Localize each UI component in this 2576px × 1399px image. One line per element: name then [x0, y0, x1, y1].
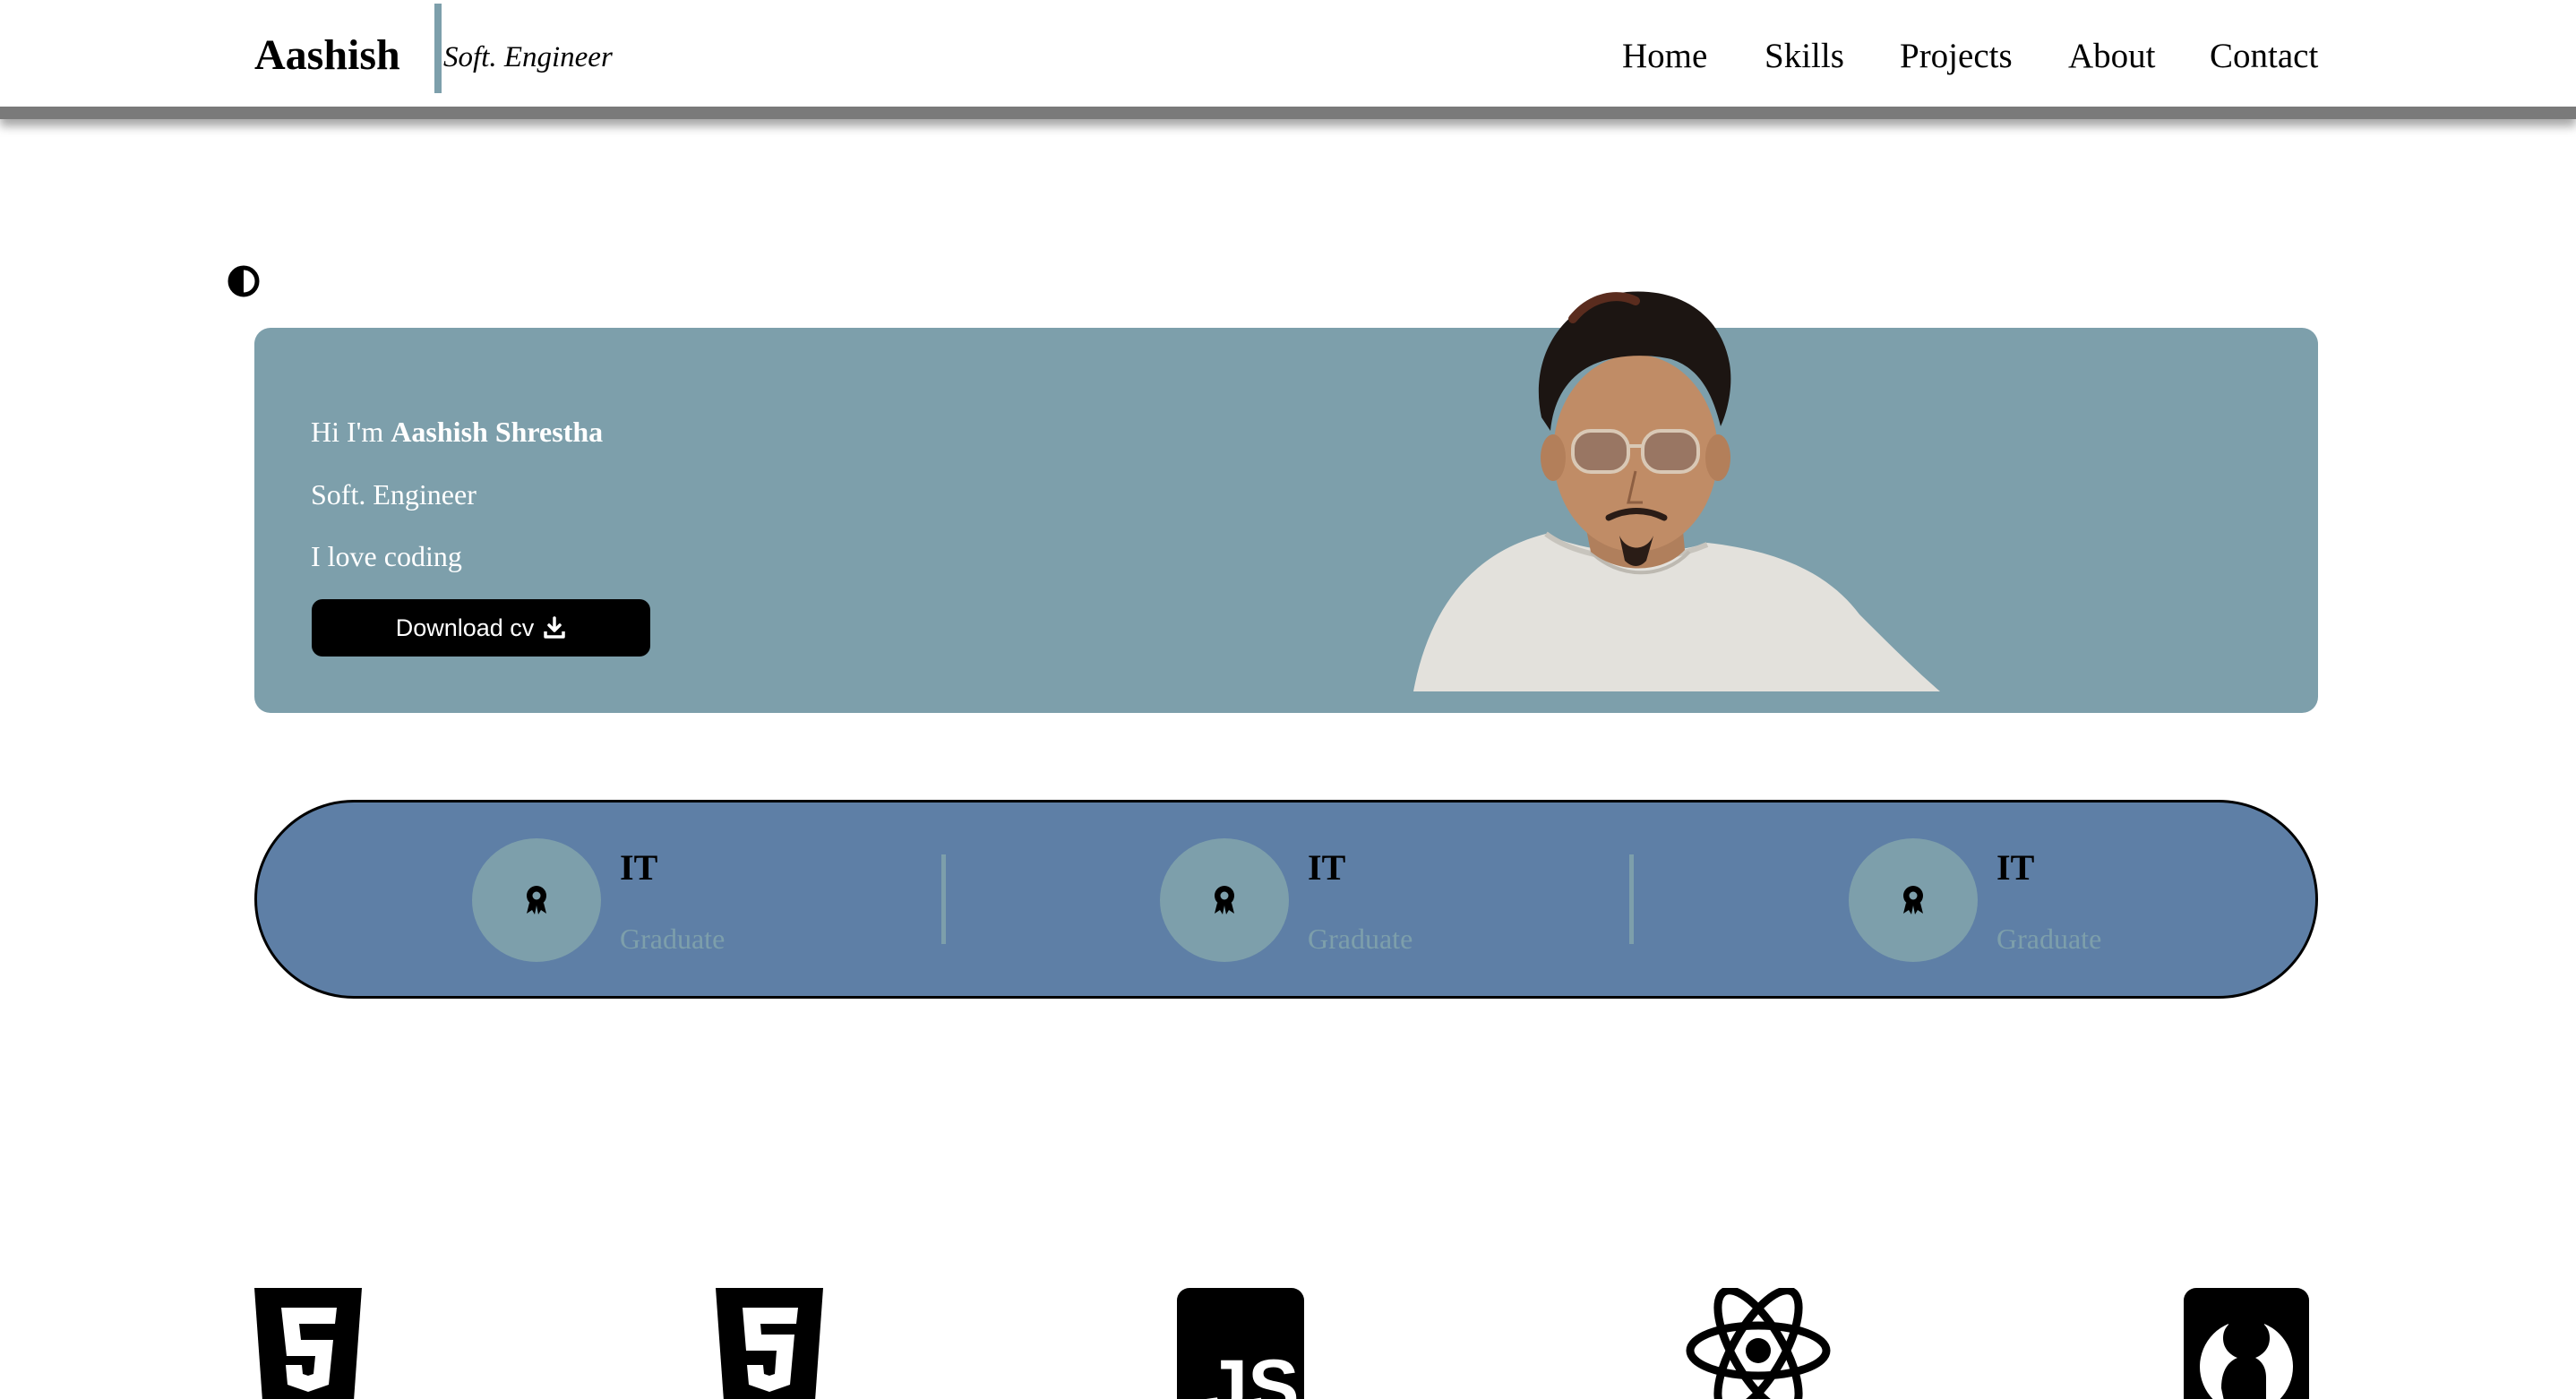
nav-skills[interactable]: Skills — [1765, 34, 1844, 79]
nav-home[interactable]: Home — [1622, 34, 1707, 79]
greeting-prefix: Hi I'm — [311, 416, 391, 448]
stat-badge — [1849, 838, 1978, 962]
hero-motto: I love coding — [311, 540, 462, 572]
js-label: JS — [1205, 1344, 1299, 1399]
javascript-icon: JS — [1177, 1288, 1304, 1399]
stat-subtitle: Graduate — [620, 923, 726, 955]
profile-photo — [1413, 291, 1940, 691]
award-icon — [1215, 886, 1234, 914]
stat-title: IT — [1996, 847, 2035, 888]
hero-name: Aashish Shrestha — [391, 416, 604, 448]
hero-card: Hi I'm Aashish Shrestha Soft. Engineer I… — [254, 328, 2318, 713]
stat-badge — [1160, 838, 1289, 962]
github-icon — [2184, 1288, 2309, 1399]
stat-title: IT — [1308, 847, 1346, 888]
stat-subtitle: Graduate — [1996, 923, 2102, 955]
download-cv-button[interactable]: Download cv — [312, 599, 650, 657]
nav-projects[interactable]: Projects — [1900, 34, 2013, 79]
theme-toggle-icon[interactable] — [228, 265, 260, 297]
hero-role: Soft. Engineer — [311, 478, 477, 511]
award-icon — [527, 886, 546, 914]
download-icon — [544, 616, 566, 639]
hero-greeting: Hi I'm Aashish Shrestha — [311, 414, 603, 450]
main-nav: Home Skills Projects About Contact — [0, 34, 2576, 79]
nav-contact[interactable]: Contact — [2210, 34, 2318, 79]
download-label: Download cv — [395, 614, 535, 641]
award-icon — [1903, 886, 1923, 914]
react-icon — [1686, 1288, 1831, 1399]
nav-about[interactable]: About — [2068, 34, 2156, 79]
stat-divider — [1629, 854, 1634, 944]
site-header: Aashish Soft. Engineer Home Skills Proje… — [0, 0, 2576, 119]
stats-strip: IT Graduate IT Graduate IT Graduate — [254, 800, 2318, 999]
stat-title: IT — [620, 847, 658, 888]
stat-badge — [472, 838, 601, 962]
stat-subtitle: Graduate — [1308, 923, 1413, 955]
stat-divider — [941, 854, 946, 944]
css3-icon — [716, 1288, 823, 1399]
html5-icon — [254, 1288, 362, 1399]
